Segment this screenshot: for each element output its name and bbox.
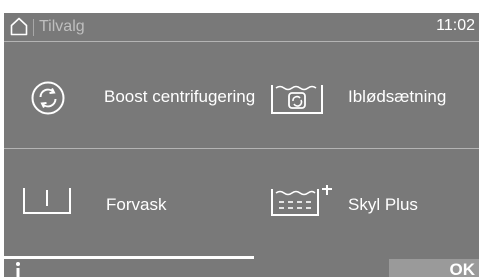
- option-soak[interactable]: Iblødsætning: [262, 49, 479, 145]
- option-label: Boost centrifugering: [104, 87, 256, 106]
- option-label: Skyl Plus: [348, 195, 418, 214]
- scroll-indicator: [4, 256, 254, 259]
- prewash-icon: [23, 188, 71, 214]
- clock: 11:02: [436, 17, 475, 34]
- home-icon[interactable]: [10, 17, 28, 36]
- page-title: Tilvalg: [39, 18, 85, 35]
- rinse-plus-icon: [271, 185, 332, 216]
- option-label: Iblødsætning: [348, 87, 447, 106]
- header-bar: Tilvalg 11:02: [4, 13, 479, 41]
- option-label: Forvask: [106, 195, 167, 214]
- option-rinse-plus[interactable]: Skyl Plus: [262, 149, 479, 245]
- divider: [4, 41, 479, 42]
- ok-button[interactable]: OK: [389, 259, 479, 277]
- option-prewash[interactable]: Forvask: [4, 149, 262, 245]
- option-boost-spin[interactable]: Boost centrifugering: [4, 49, 262, 145]
- header-separator: [33, 19, 34, 36]
- display-screen: Tilvalg 11:02 Boost centrifugering Iblød…: [4, 13, 479, 277]
- info-icon[interactable]: [13, 259, 23, 277]
- soak-icon: [271, 85, 323, 114]
- boost-spin-icon: [31, 81, 65, 115]
